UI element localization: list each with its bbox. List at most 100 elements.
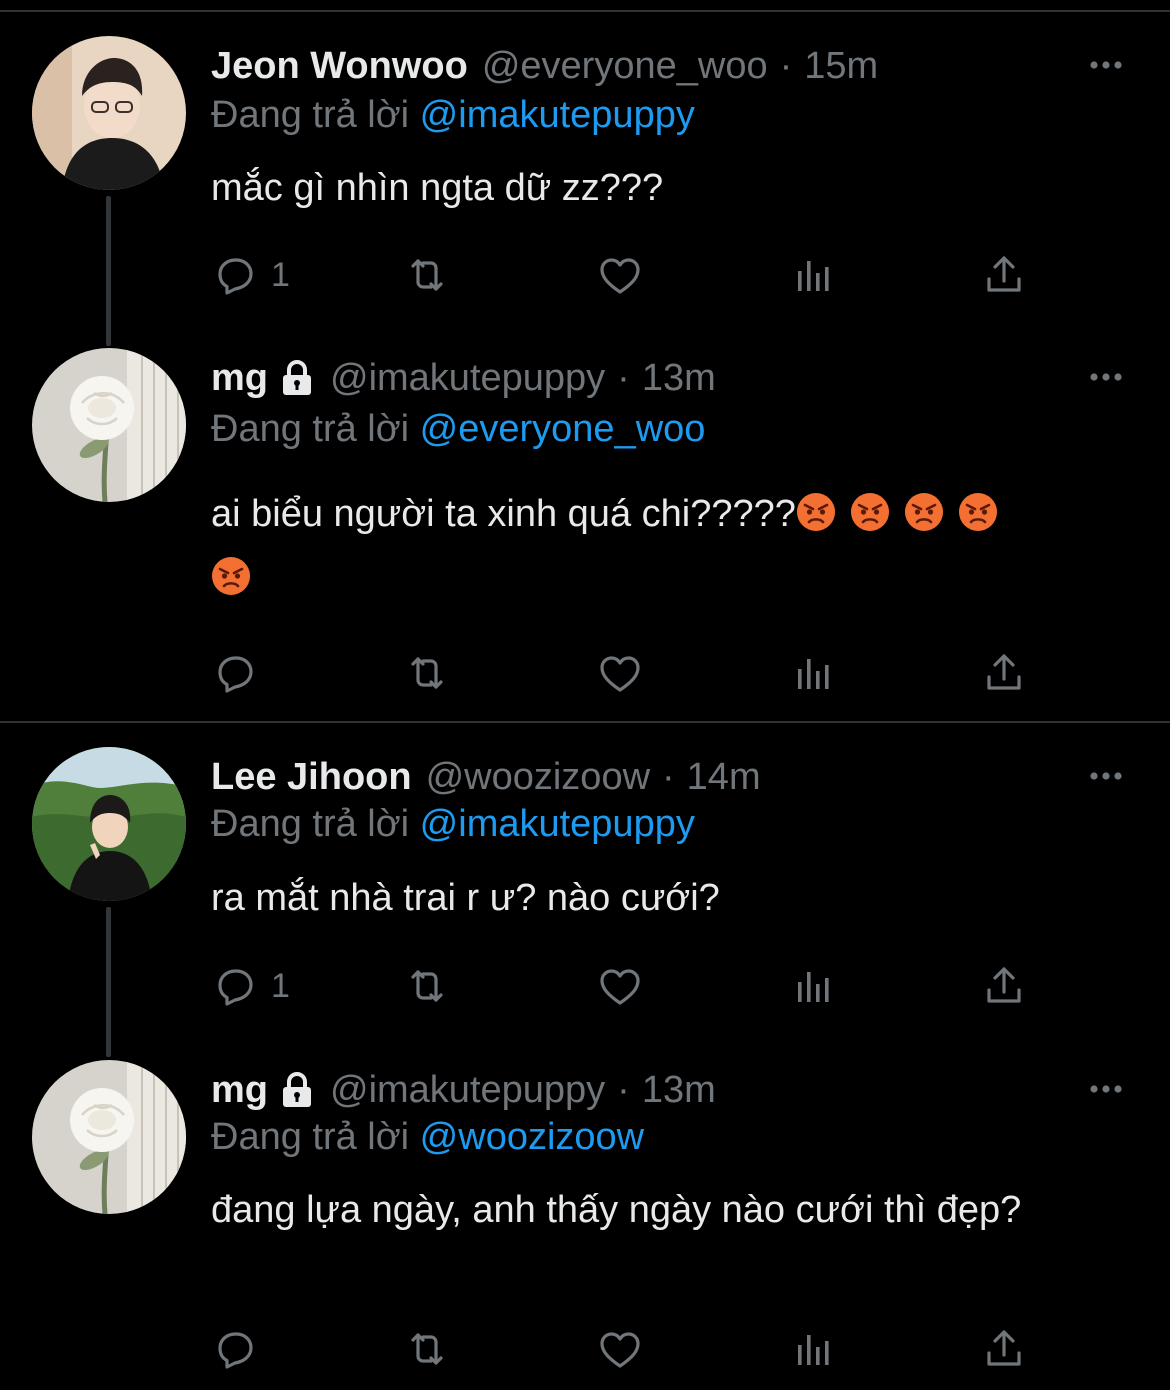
like-button[interactable]	[596, 250, 644, 300]
reply-count: 1	[271, 255, 290, 294]
reply-button[interactable]: 1	[211, 961, 290, 1011]
display-name[interactable]: mg	[211, 1069, 268, 1112]
share-icon	[980, 251, 1028, 299]
thread-connector	[106, 196, 111, 346]
angry-face-emoji	[904, 492, 944, 532]
retweet-icon	[403, 649, 451, 697]
replying-prefix: Đang trả lời	[211, 94, 410, 136]
thread-connector	[106, 907, 111, 1057]
more-icon[interactable]	[1086, 1074, 1126, 1104]
user-handle[interactable]: @imakutepuppy	[330, 357, 605, 400]
tweet-text: mắc gì nhìn ngta dữ zz???	[211, 167, 664, 209]
action-bar: 1	[211, 961, 1091, 1011]
retweet-button[interactable]	[403, 250, 451, 300]
analytics-button[interactable]	[789, 648, 837, 698]
timestamp[interactable]: 13m	[642, 1069, 716, 1112]
action-bar	[211, 648, 1091, 698]
angry-face-emoji	[958, 492, 998, 532]
analytics-icon	[789, 1325, 837, 1373]
tweet-header: mg @imakutepuppy · 13m	[211, 348, 716, 408]
separator-dot: ·	[662, 755, 675, 798]
avatar[interactable]	[32, 348, 186, 502]
share-button[interactable]	[980, 250, 1028, 300]
tweet-text: ra mắt nhà trai r ư? nào cưới?	[211, 877, 720, 919]
display-name[interactable]: Jeon Wonwoo	[211, 45, 468, 88]
like-button[interactable]	[596, 961, 644, 1011]
display-name[interactable]: mg	[211, 357, 268, 400]
share-button[interactable]	[980, 648, 1028, 698]
user-handle[interactable]: @woozizoow	[426, 756, 650, 799]
share-button[interactable]	[980, 961, 1028, 1011]
action-bar: 1	[211, 250, 1091, 300]
like-icon	[596, 962, 644, 1010]
retweet-icon	[403, 1325, 451, 1373]
replying-to: Đang trả lời @imakutepuppy	[211, 803, 695, 846]
analytics-button[interactable]	[789, 1324, 837, 1374]
display-name[interactable]: Lee Jihoon	[211, 756, 412, 799]
analytics-button[interactable]	[789, 961, 837, 1011]
replying-to-handle[interactable]: @imakutepuppy	[420, 803, 695, 845]
tweet-header: Jeon Wonwoo @everyone_woo · 15m	[211, 36, 878, 96]
retweet-button[interactable]	[403, 961, 451, 1011]
like-icon	[596, 251, 644, 299]
reply-icon	[211, 962, 259, 1010]
retweet-icon	[403, 251, 451, 299]
lock-icon	[278, 359, 316, 397]
replying-prefix: Đang trả lời	[211, 408, 410, 450]
reply-button[interactable]	[211, 1324, 259, 1374]
more-icon[interactable]	[1086, 761, 1126, 791]
action-bar	[211, 1324, 1091, 1374]
angry-face-emoji	[850, 492, 890, 532]
reply-button[interactable]: 1	[211, 250, 290, 300]
timestamp[interactable]: 14m	[687, 756, 761, 799]
replying-prefix: Đang trả lời	[211, 803, 410, 845]
thread-divider	[0, 721, 1170, 723]
analytics-icon	[789, 962, 837, 1010]
tweet-header: mg @imakutepuppy · 13m	[211, 1060, 716, 1120]
separator-dot: ·	[617, 356, 630, 399]
lock-icon	[278, 1071, 316, 1109]
tweet-header: Lee Jihoon @woozizoow · 14m	[211, 747, 761, 807]
angry-face-emoji	[796, 492, 836, 532]
user-handle[interactable]: @imakutepuppy	[330, 1069, 605, 1112]
like-button[interactable]	[596, 648, 644, 698]
retweet-button[interactable]	[403, 648, 451, 698]
more-icon[interactable]	[1086, 50, 1126, 80]
timestamp[interactable]: 15m	[804, 45, 878, 88]
avatar[interactable]	[32, 1060, 186, 1214]
top-divider	[0, 10, 1170, 12]
share-icon	[980, 962, 1028, 1010]
tweet-text: đang lựa ngày, anh thấy ngày nào cưới th…	[211, 1189, 1022, 1231]
replying-to: Đang trả lời @imakutepuppy	[211, 94, 695, 137]
retweet-button[interactable]	[403, 1324, 451, 1374]
tweet-text: ai biểu người ta xinh quá chi?????	[211, 482, 1091, 610]
share-icon	[980, 1325, 1028, 1373]
timestamp[interactable]: 13m	[642, 357, 716, 400]
share-button[interactable]	[980, 1324, 1028, 1374]
analytics-icon	[789, 251, 837, 299]
separator-dot: ·	[779, 44, 793, 87]
like-icon	[596, 1325, 644, 1373]
retweet-icon	[403, 962, 451, 1010]
share-icon	[980, 649, 1028, 697]
avatar[interactable]	[32, 36, 186, 190]
reply-icon	[211, 251, 259, 299]
analytics-icon	[789, 649, 837, 697]
avatar[interactable]	[32, 747, 186, 901]
replying-to-handle[interactable]: @everyone_woo	[420, 408, 706, 450]
reply-button[interactable]	[211, 648, 259, 698]
more-icon[interactable]	[1086, 362, 1126, 392]
separator-dot: ·	[617, 1068, 630, 1111]
replying-to: Đang trả lời @woozizoow	[211, 1116, 644, 1159]
replying-to-handle[interactable]: @imakutepuppy	[420, 94, 695, 136]
like-icon	[596, 649, 644, 697]
like-button[interactable]	[596, 1324, 644, 1374]
reply-icon	[211, 649, 259, 697]
reply-count: 1	[271, 966, 290, 1005]
user-handle[interactable]: @everyone_woo	[482, 45, 768, 88]
analytics-button[interactable]	[789, 250, 837, 300]
replying-prefix: Đang trả lời	[211, 1116, 410, 1158]
replying-to-handle[interactable]: @woozizoow	[420, 1116, 644, 1158]
reply-icon	[211, 1325, 259, 1373]
replying-to: Đang trả lời @everyone_woo	[211, 408, 705, 451]
